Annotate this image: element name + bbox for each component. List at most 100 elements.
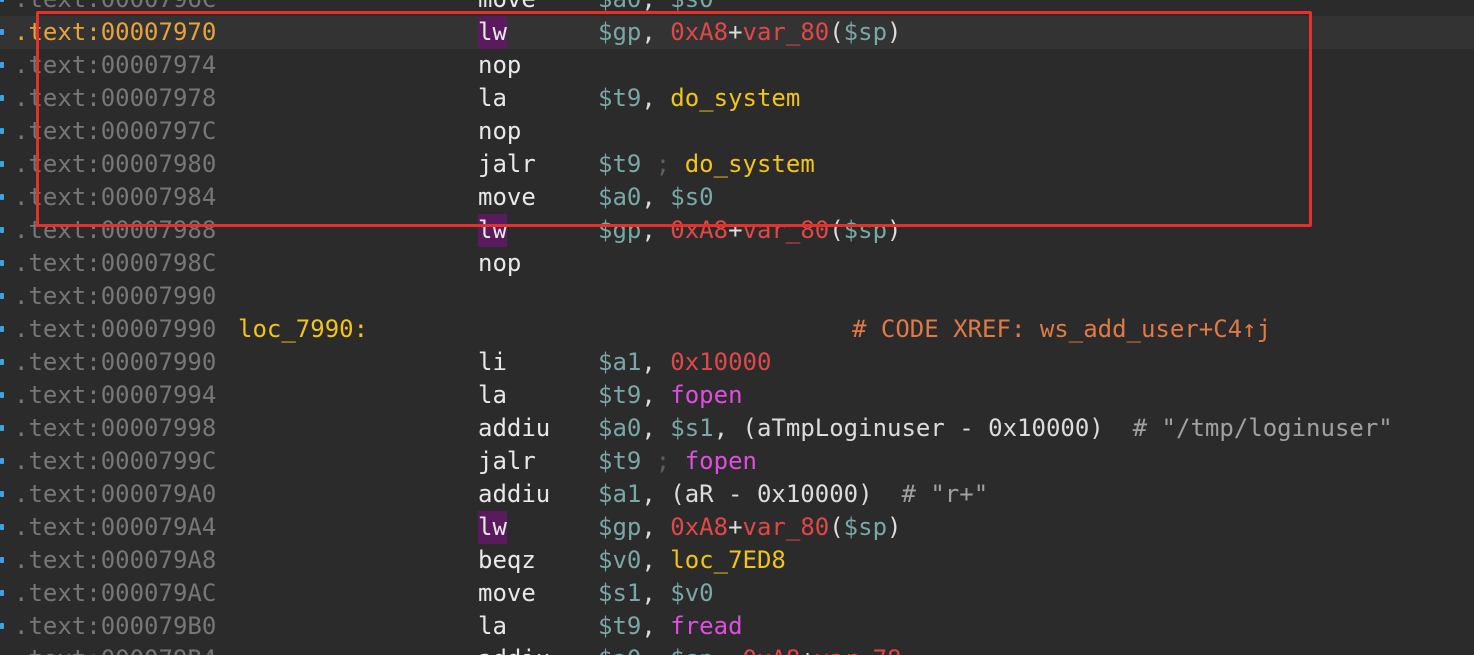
listing-row[interactable]: .text:0000799C jalr $t9 ; fopen: [0, 445, 1474, 478]
mnemonic: lw: [478, 214, 507, 247]
address[interactable]: .text:00007970: [14, 16, 216, 49]
operand-token: ,: [641, 348, 671, 376]
operand-token: ): [887, 216, 902, 244]
operand-token: $sp: [843, 216, 888, 244]
mnemonic: nop: [478, 117, 522, 145]
operand-token: ,: [641, 216, 671, 244]
address[interactable]: .text:0000799C: [14, 445, 216, 478]
listing-row[interactable]: .text:00007974 nop: [0, 49, 1474, 82]
flow-marker-icon: [0, 0, 4, 2]
address[interactable]: .text:00007998: [14, 412, 216, 445]
address[interactable]: .text:0000797C: [14, 115, 216, 148]
address[interactable]: .text:000079B4: [14, 643, 216, 655]
address[interactable]: .text:00007984: [14, 181, 216, 214]
operand-token[interactable]: do_system: [685, 150, 815, 178]
operands: $a0, $s1, (aTmpLoginuser - 0x10000) # "/…: [598, 412, 1393, 445]
operands: $a0, $sp, 0xA8+var_78: [598, 643, 901, 655]
operand-token: ;: [641, 447, 685, 475]
disassembly-view[interactable]: .text:0000796Cmove$a0, $s0.text:00007970…: [0, 0, 1474, 655]
address[interactable]: .text:00007988: [14, 214, 216, 247]
operand-token: ,: [641, 183, 671, 211]
operand-token[interactable]: do_system: [670, 84, 800, 112]
address[interactable]: .text:00007994: [14, 379, 216, 412]
operand-token: $s0: [670, 0, 713, 13]
listing-row[interactable]: .text:0000798C nop: [0, 247, 1474, 280]
address[interactable]: .text:00007990: [14, 346, 216, 379]
operand-token: $a0: [598, 183, 642, 211]
listing-row[interactable]: .text:00007970 lw $gp, 0xA8+var_80($sp): [0, 16, 1474, 49]
listing-row[interactable]: .text:00007984 move $a0, $s0: [0, 181, 1474, 214]
operand-token: $a1: [598, 348, 642, 376]
address[interactable]: .text:000079A4: [14, 511, 216, 544]
listing-row[interactable]: .text:000079A8 beqz $v0, loc_7ED8: [0, 544, 1474, 577]
flow-marker-icon: [0, 95, 4, 101]
operand-token[interactable]: fread: [670, 612, 742, 640]
operand-token: 0xA8: [670, 216, 729, 244]
operands: $a0, $s0: [598, 181, 714, 214]
operand-token[interactable]: fopen: [670, 381, 742, 409]
listing-row[interactable]: .text:00007994 la $t9, fopen: [0, 379, 1474, 412]
operand-token: +: [728, 513, 743, 541]
mnemonic: addiu: [478, 414, 551, 442]
code-label[interactable]: loc_7990:: [238, 313, 368, 346]
listing-row[interactable]: .text:000079A4 lw $gp, 0xA8+var_80($sp): [0, 511, 1474, 544]
operand-token: var_80: [742, 216, 830, 244]
listing-row[interactable]: .text:00007990 loc_7990: # CODE XREF: ws_a…: [0, 313, 1474, 346]
operand-token: ,: [641, 612, 671, 640]
operand-token: ,: [641, 0, 670, 13]
listing-row[interactable]: .text:000079B0 la $t9, fread: [0, 610, 1474, 643]
operand-token: ,: [641, 414, 671, 442]
operands: $a0, $s0: [598, 0, 714, 16]
operand-token: ,: [641, 579, 671, 607]
flow-marker-icon: [0, 623, 4, 629]
mnemonic: nop: [478, 51, 522, 79]
listing-row[interactable]: .text:00007990 li $a1, 0x10000: [0, 346, 1474, 379]
listing-row[interactable]: .text:00007980 jalr $t9 ; do_system: [0, 148, 1474, 181]
listing-row[interactable]: .text:000079AC move $s1, $v0: [0, 577, 1474, 610]
listing-row[interactable]: .text:0000796C move $a0, $s0: [0, 0, 1474, 16]
operand-token: ,: [641, 513, 671, 541]
flow-marker-icon: [0, 29, 4, 35]
operand-token[interactable]: fopen: [685, 447, 757, 475]
address[interactable]: .text:000079B0: [14, 610, 216, 643]
operand-token: $v0: [598, 546, 642, 574]
flow-marker-icon: [0, 491, 4, 497]
address[interactable]: .text:000079A0: [14, 478, 216, 511]
address[interactable]: .text:000079AC: [14, 577, 216, 610]
operand-token: ): [887, 18, 902, 46]
address[interactable]: .text:00007974: [14, 49, 216, 82]
operand-token: ,: [641, 18, 671, 46]
flow-marker-icon: [0, 557, 4, 563]
operand-token: $t9: [598, 150, 642, 178]
operand-token: # "/tmp/loginuser": [1132, 414, 1393, 442]
address[interactable]: .text:0000798C: [14, 247, 216, 280]
address[interactable]: .text:00007978: [14, 82, 216, 115]
address[interactable]: .text:00007990: [14, 280, 216, 313]
operand-token: $t9: [598, 381, 642, 409]
operand-token: 0x10000: [670, 348, 772, 376]
operand-token: $gp: [598, 216, 642, 244]
address[interactable]: .text:000079A8: [14, 544, 216, 577]
operand-token: (: [829, 216, 844, 244]
comment-token: # CODE XREF: ws_add_user+C4↑j: [852, 315, 1272, 343]
operand-token: +: [800, 645, 814, 655]
operand-token: ;: [641, 150, 685, 178]
listing-row[interactable]: .text:00007988 lw $gp, 0xA8+var_80($sp): [0, 214, 1474, 247]
listing-row[interactable]: .text:000079A0 addiu $a1, (aR - 0x10000) #…: [0, 478, 1474, 511]
mnemonic: move: [478, 0, 536, 16]
listing-row[interactable]: .text:0000797C nop: [0, 115, 1474, 148]
address[interactable]: .text:00007980: [14, 148, 216, 181]
listing-row[interactable]: .text:000079B4 addiu $a0, $sp, 0xA8+var_78: [0, 643, 1474, 655]
mnemonic: addiu: [478, 480, 551, 508]
xref-comment[interactable]: # CODE XREF: ws_add_user+C4↑j: [852, 313, 1271, 346]
operand-token: $sp: [670, 645, 713, 655]
operand-token: $s1: [670, 414, 714, 442]
address[interactable]: .text:0000796C: [14, 0, 216, 16]
listing-row[interactable]: .text:00007990: [0, 280, 1474, 313]
listing-row[interactable]: .text:00007998 addiu $a0, $s1, (aTmpLoginu…: [0, 412, 1474, 445]
listing-row[interactable]: .text:00007978 la $t9, do_system: [0, 82, 1474, 115]
flow-marker-icon: [0, 62, 4, 68]
operands: $a1, 0x10000: [598, 346, 771, 379]
operand-token[interactable]: loc_7ED8: [670, 546, 786, 574]
address[interactable]: .text:00007990: [14, 313, 216, 346]
